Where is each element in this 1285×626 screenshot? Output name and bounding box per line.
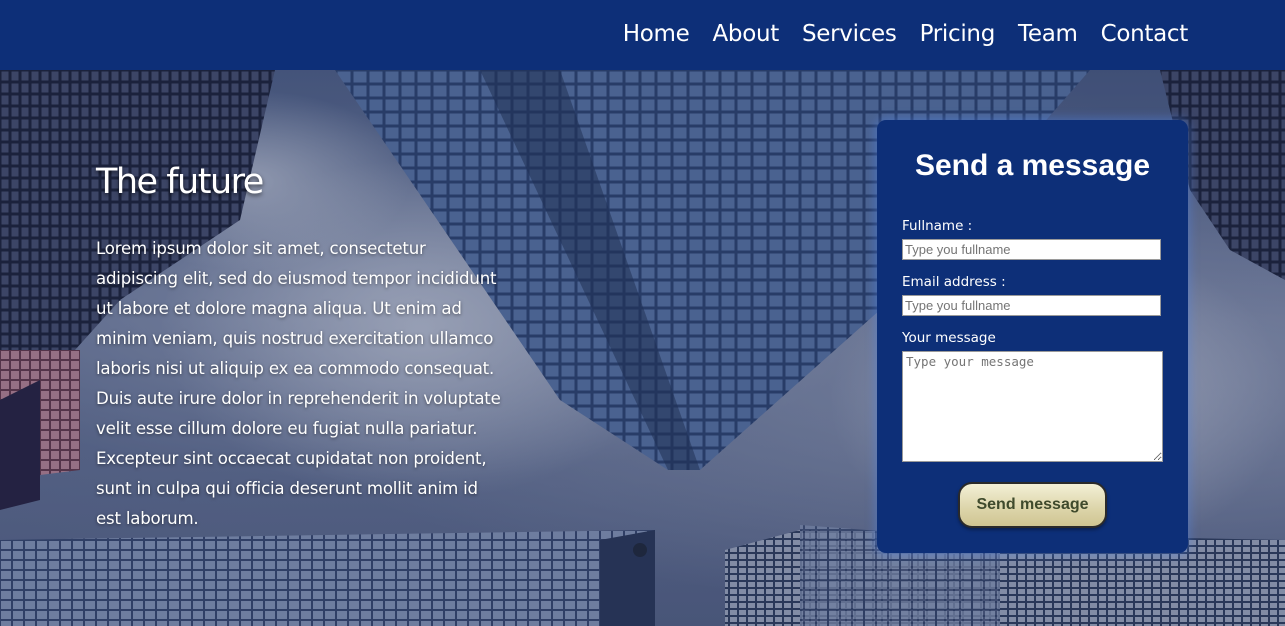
nav-link-about[interactable]: About: [712, 21, 779, 47]
message-textarea[interactable]: [902, 351, 1163, 462]
message-label: Your message: [902, 330, 996, 346]
contact-form: Send a message Fullname : Email address …: [877, 120, 1188, 553]
hero-description: Lorem ipsum dolor sit amet, consectetur …: [96, 239, 501, 528]
fullname-input[interactable]: [902, 239, 1161, 260]
nav-link-pricing[interactable]: Pricing: [920, 21, 996, 47]
email-input[interactable]: [902, 295, 1161, 316]
nav-link-home[interactable]: Home: [623, 21, 690, 47]
form-title: Send a message: [914, 149, 1151, 182]
nav-link-team[interactable]: Team: [1018, 21, 1078, 47]
nav-link-services[interactable]: Services: [802, 21, 897, 47]
nav-link-contact[interactable]: Contact: [1101, 21, 1189, 47]
email-label: Email address :: [902, 274, 1006, 290]
nav-menu: Home About Services Pricing Team Contact: [600, 0, 1189, 68]
top-navbar: Home About Services Pricing Team Contact: [0, 0, 1285, 70]
fullname-label: Fullname :: [902, 218, 973, 234]
hero-title: The future: [96, 162, 264, 202]
send-message-button[interactable]: Send message: [958, 482, 1107, 528]
